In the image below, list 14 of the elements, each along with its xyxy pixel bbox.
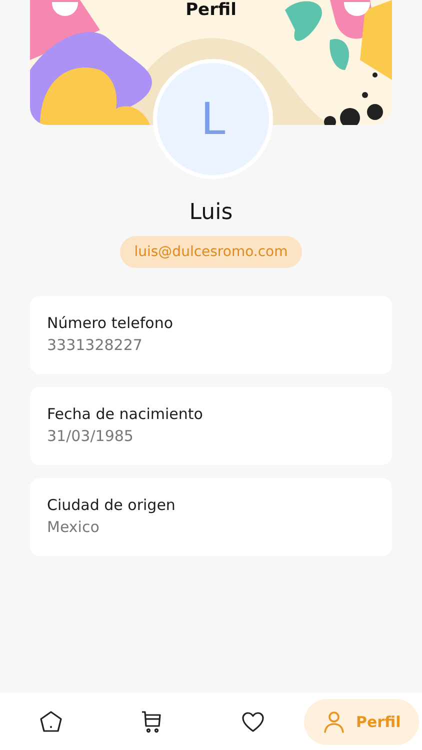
field-label: Ciudad de origen: [47, 496, 176, 514]
cart-icon: [140, 710, 164, 734]
field-value: Mexico: [47, 518, 100, 536]
field-label: Fecha de nacimiento: [47, 405, 204, 423]
nav-tab[interactable]: Perfil: [304, 698, 419, 744]
field-label: Número telefono: [47, 314, 174, 332]
field-value: 31/03/1985: [47, 427, 134, 445]
user-name: Luis: [189, 200, 233, 225]
home-icon: [38, 710, 63, 734]
field-value: 3331328227: [47, 336, 144, 354]
email-badge: luis@dulcesromo.com: [120, 236, 302, 268]
page-title: Perfil: [184, 0, 238, 20]
person-icon: [322, 710, 346, 734]
heart-icon: [241, 710, 266, 734]
